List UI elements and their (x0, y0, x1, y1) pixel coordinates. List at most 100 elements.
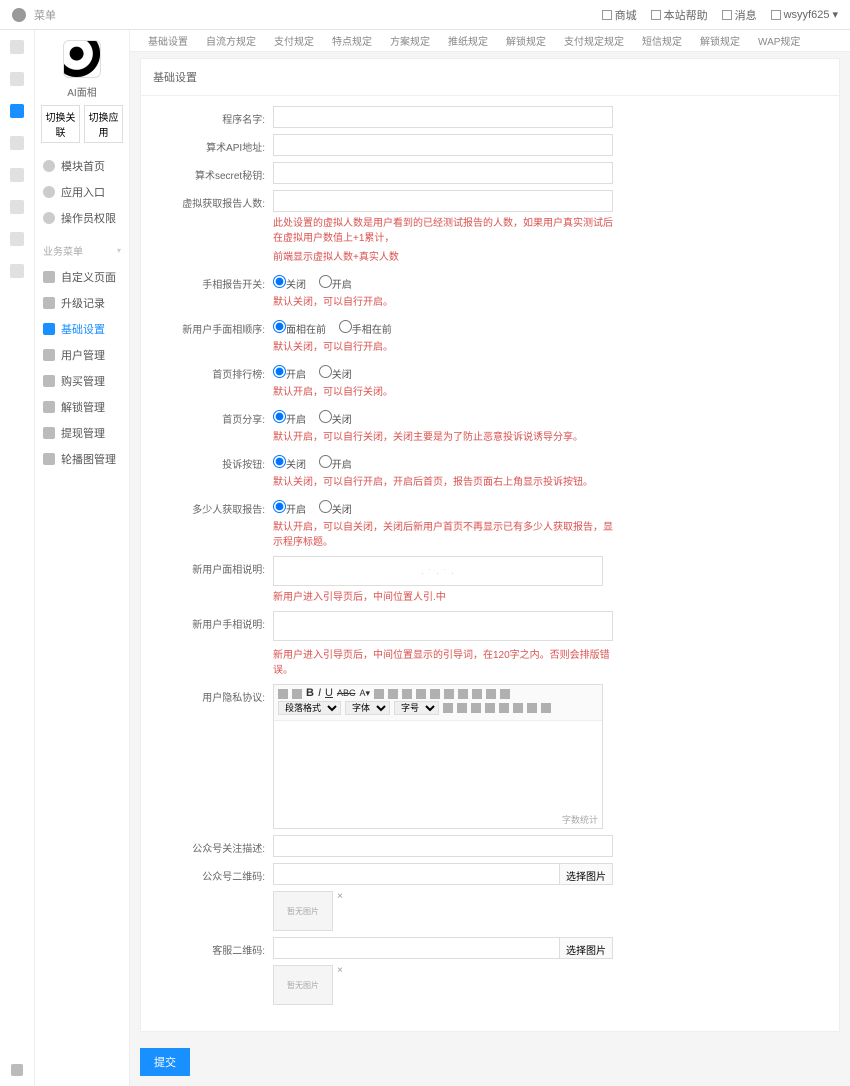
complaint-on-radio[interactable] (319, 455, 332, 468)
order-hand-radio[interactable] (339, 320, 352, 333)
submit-bar: 提交 (130, 1038, 850, 1086)
align-center-icon[interactable] (388, 689, 398, 699)
qr2-pick-button[interactable]: 选择图片 (560, 937, 613, 959)
rail-item-icon[interactable] (10, 264, 24, 278)
qr1-remove-icon[interactable]: × (337, 891, 343, 902)
tb-icon[interactable] (457, 703, 467, 713)
editor-body[interactable] (274, 721, 602, 811)
italic-icon[interactable]: I (318, 688, 321, 699)
submit-button[interactable]: 提交 (140, 1048, 190, 1076)
order-face-radio[interactable] (273, 320, 286, 333)
rail-item-icon[interactable] (10, 232, 24, 246)
sidebar-item[interactable]: 自定义页面 (41, 264, 123, 290)
image-icon[interactable] (458, 689, 468, 699)
share-off-radio[interactable] (319, 410, 332, 423)
tab[interactable]: 自流方规定 (198, 29, 264, 52)
sidebar-item[interactable]: 提现管理 (41, 420, 123, 446)
report-on-radio[interactable] (319, 275, 332, 288)
switch-app-button[interactable]: 切换应用 (84, 105, 123, 143)
rail-home-icon[interactable] (10, 40, 24, 54)
tb-icon[interactable] (485, 703, 495, 713)
sidebar-item[interactable]: 应用入口 (41, 179, 123, 205)
tab[interactable]: 支付规定规定 (556, 29, 632, 52)
rich-editor: B I U ABC A▾ (273, 684, 603, 829)
sidebar-item[interactable]: 操作员权限 (41, 205, 123, 231)
sidebar-item[interactable]: 购买管理 (41, 368, 123, 394)
complaint-off-radio[interactable] (273, 455, 286, 468)
rank-off-radio[interactable] (319, 365, 332, 378)
tab[interactable]: 支付规定 (266, 29, 322, 52)
biz-menu-header[interactable]: 业务菜单▾ (41, 237, 123, 264)
more-icon[interactable] (500, 689, 510, 699)
align-left-icon[interactable] (374, 689, 384, 699)
redo-icon[interactable] (292, 689, 302, 699)
program-name-input[interactable] (273, 106, 613, 128)
gear-icon (43, 349, 55, 361)
rail-grid-icon[interactable] (10, 72, 24, 86)
sidebar-item[interactable]: 解锁管理 (41, 394, 123, 420)
undo-icon[interactable] (278, 689, 288, 699)
sidebar-item[interactable]: 升级记录 (41, 290, 123, 316)
report-off-radio[interactable] (273, 275, 286, 288)
tab[interactable]: 解锁规定 (498, 29, 554, 52)
nav-help[interactable]: 本站帮助 (651, 7, 708, 23)
tb-icon[interactable] (499, 703, 509, 713)
nav-msg[interactable]: 消息 (722, 7, 757, 23)
howmany-off-radio[interactable] (319, 500, 332, 513)
tab[interactable]: 特点规定 (324, 29, 380, 52)
virtual-count-input[interactable] (273, 190, 613, 212)
hand-desc-textarea[interactable] (273, 611, 613, 641)
tb-icon[interactable] (471, 703, 481, 713)
qr1-pick-button[interactable]: 选择图片 (560, 863, 613, 885)
follow-desc-input[interactable] (273, 835, 613, 857)
rank-on-radio[interactable] (273, 365, 286, 378)
strike-icon[interactable]: ABC (337, 689, 356, 698)
avatar-block: AI面相 (41, 40, 123, 99)
bold-icon[interactable]: B (306, 688, 314, 699)
nav-user[interactable]: wsyyf625 ▾ (771, 8, 838, 21)
sidebar-item[interactable]: 轮播图管理 (41, 446, 123, 472)
tab[interactable]: WAP规定 (750, 29, 808, 52)
rail-item-icon[interactable] (10, 136, 24, 150)
sidebar-item[interactable]: 模块首页 (41, 153, 123, 179)
link-icon[interactable] (444, 689, 454, 699)
secret-input[interactable] (273, 162, 613, 184)
sidebar-item[interactable]: 基础设置 (41, 316, 123, 342)
panel-title: 基础设置 (141, 59, 839, 96)
qr2-path-input[interactable] (273, 937, 560, 959)
tb-icon[interactable] (443, 703, 453, 713)
size-select[interactable]: 字号 (394, 701, 439, 715)
menu-label[interactable]: 菜单 (34, 7, 56, 23)
lock-icon[interactable] (11, 1064, 23, 1076)
tab[interactable]: 基础设置 (140, 29, 196, 52)
nav-mall[interactable]: 商城 (602, 7, 637, 23)
sidebar-item[interactable]: 用户管理 (41, 342, 123, 368)
qr1-path-input[interactable] (273, 863, 560, 885)
virtual-hint-1: 此处设置的虚拟人数是用户看到的已经测试报告的人数，如果用户真实测试后在虚拟用户数… (273, 216, 613, 246)
color-icon[interactable]: A▾ (359, 689, 370, 698)
qr2-remove-icon[interactable]: × (337, 965, 343, 976)
underline-icon[interactable]: U (325, 688, 333, 699)
rail-active-icon[interactable] (10, 104, 24, 118)
rail-item-icon[interactable] (10, 200, 24, 214)
topbar-left: 菜单 (12, 7, 56, 23)
tb-icon[interactable] (513, 703, 523, 713)
list-icon[interactable] (416, 689, 426, 699)
rail-item-icon[interactable] (10, 168, 24, 182)
emoji-icon[interactable] (486, 689, 496, 699)
tab[interactable]: 推纸规定 (440, 29, 496, 52)
switch-relation-button[interactable]: 切换关联 (41, 105, 80, 143)
format-select[interactable]: 段落格式 (278, 701, 341, 715)
table-icon[interactable] (472, 689, 482, 699)
tb-icon[interactable] (527, 703, 537, 713)
api-input[interactable] (273, 134, 613, 156)
tab[interactable]: 方案规定 (382, 29, 438, 52)
tab[interactable]: 解锁规定 (692, 29, 748, 52)
tab[interactable]: 短信规定 (634, 29, 690, 52)
howmany-on-radio[interactable] (273, 500, 286, 513)
share-on-radio[interactable] (273, 410, 286, 423)
tb-icon[interactable] (541, 703, 551, 713)
font-select[interactable]: 字体 (345, 701, 390, 715)
align-right-icon[interactable] (402, 689, 412, 699)
ol-icon[interactable] (430, 689, 440, 699)
